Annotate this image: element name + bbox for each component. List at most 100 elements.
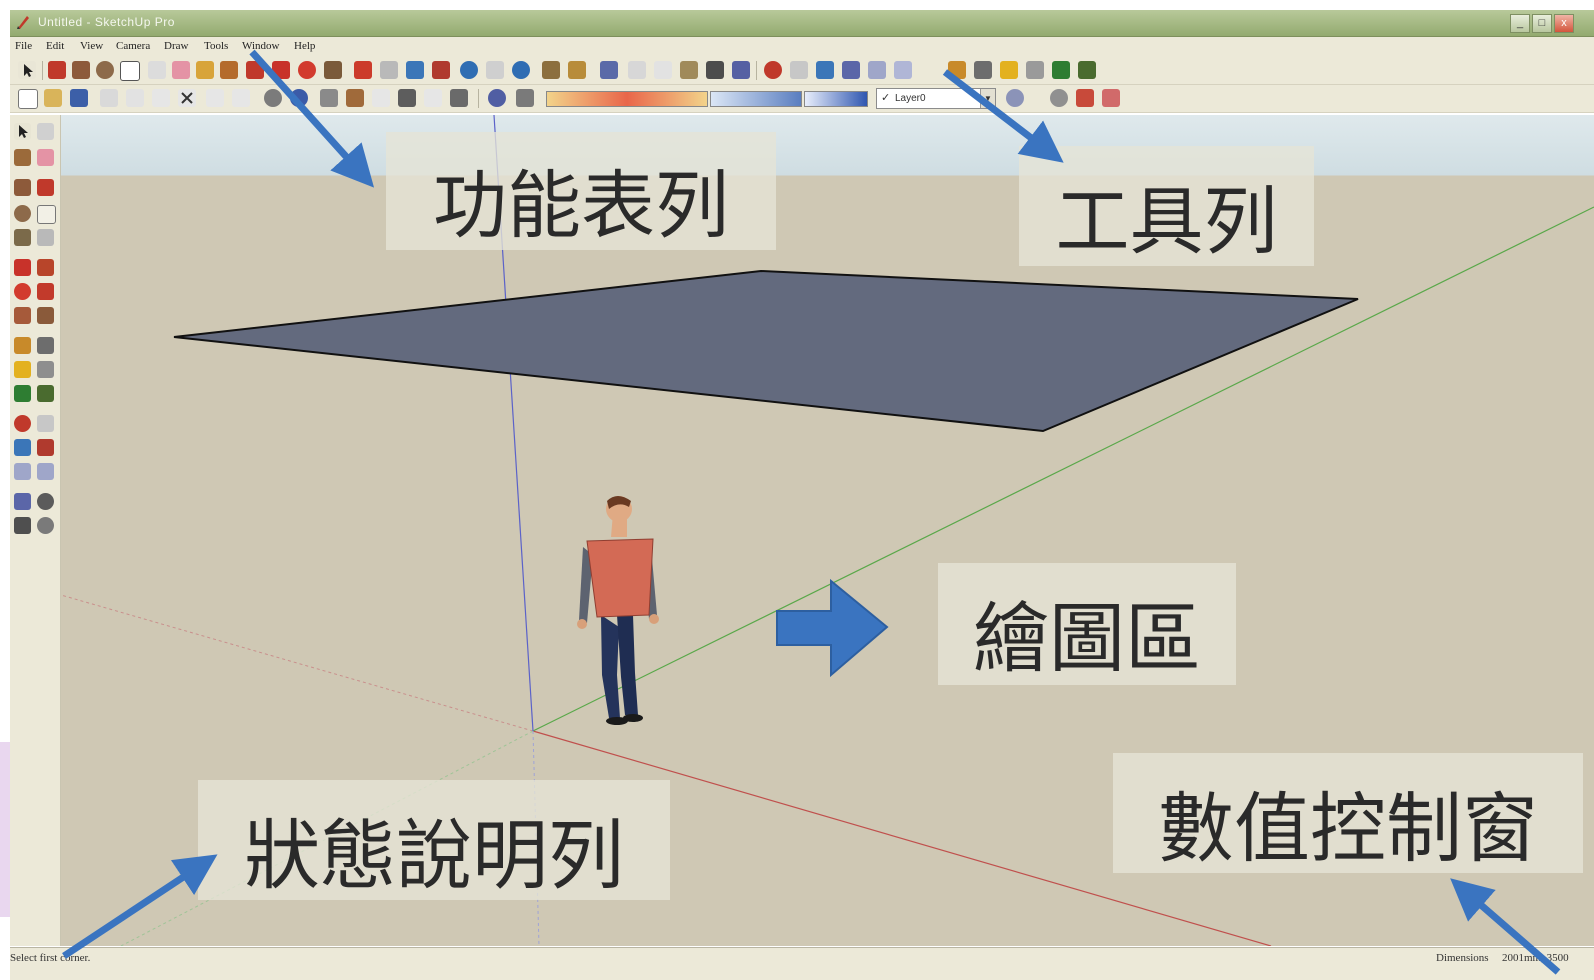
left-view-icon[interactable]: [732, 61, 750, 79]
menu-window[interactable]: Window: [242, 40, 279, 52]
minimize-button[interactable]: _: [1510, 14, 1530, 33]
tape-measure-icon[interactable]: [196, 61, 214, 79]
offset-tool-icon[interactable]: [380, 61, 398, 79]
text-icon[interactable]: [37, 361, 54, 378]
wireframe-icon[interactable]: [346, 89, 364, 107]
previous-icon[interactable]: [14, 463, 31, 480]
right-view-icon[interactable]: [680, 61, 698, 79]
select-icon[interactable]: [14, 123, 31, 140]
3d-text-left-icon[interactable]: [37, 385, 54, 402]
next-view-icon[interactable]: [486, 61, 504, 79]
front-view-icon[interactable]: [654, 61, 672, 79]
axes-tool-icon[interactable]: [1026, 61, 1044, 79]
scale-icon[interactable]: [14, 307, 31, 324]
vcb-input[interactable]: 2001mm, 3500: [1502, 952, 1569, 964]
next-icon[interactable]: [37, 463, 54, 480]
layer-dropdown[interactable]: ✓ Layer0 ▼: [876, 88, 996, 109]
move-tool-icon[interactable]: [272, 61, 290, 79]
polygon-icon[interactable]: [14, 229, 31, 246]
offset-icon[interactable]: [37, 307, 54, 324]
new-file-icon[interactable]: [18, 89, 38, 109]
look-around-icon[interactable]: [894, 61, 912, 79]
layer-manager-icon[interactable]: [1006, 89, 1024, 107]
make-component-icon[interactable]: [37, 123, 54, 140]
share-model-icon[interactable]: [568, 61, 586, 79]
menu-help[interactable]: Help: [294, 40, 315, 52]
photo-match-icon[interactable]: [1076, 89, 1094, 107]
pan-tool-icon[interactable]: [790, 61, 808, 79]
menu-draw[interactable]: Draw: [164, 40, 188, 52]
x-ray-icon[interactable]: [320, 89, 338, 107]
walk-tool-icon[interactable]: [868, 61, 886, 79]
back-view-icon[interactable]: [706, 61, 724, 79]
shadow-month-slider[interactable]: [546, 91, 708, 107]
position-camera-icon[interactable]: [842, 61, 860, 79]
save-file-icon[interactable]: [70, 89, 88, 107]
circle-tool-icon[interactable]: [96, 61, 114, 79]
shaded-textures-icon[interactable]: [424, 89, 442, 107]
zoom-extents-left-icon[interactable]: [37, 439, 54, 456]
polygon-tool-icon[interactable]: [148, 61, 166, 79]
line-tool-icon[interactable]: [48, 61, 66, 79]
get-models-icon[interactable]: [512, 61, 530, 79]
menu-camera[interactable]: Camera: [116, 40, 150, 52]
model-info-icon[interactable]: [290, 89, 308, 107]
follow-me-left-icon[interactable]: [37, 283, 54, 300]
shadows-icon[interactable]: [488, 89, 506, 107]
eraser-icon[interactable]: [37, 149, 54, 166]
section-plane-icon[interactable]: [1078, 61, 1096, 79]
look-around-left-icon[interactable]: [37, 493, 54, 510]
circle-icon[interactable]: [14, 205, 31, 222]
position-camera-left-icon[interactable]: [14, 493, 31, 510]
rectangle-tool-icon[interactable]: [72, 61, 90, 79]
zoom-icon[interactable]: [14, 439, 31, 456]
orbit-icon[interactable]: [14, 415, 31, 432]
3d-text-icon[interactable]: [1052, 61, 1070, 79]
arc-tool-icon[interactable]: [120, 61, 140, 81]
warehouse-icon[interactable]: [1102, 89, 1120, 107]
cut-icon[interactable]: [100, 89, 118, 107]
text-tool-icon[interactable]: [1000, 61, 1018, 79]
paint-bucket-icon[interactable]: [220, 61, 238, 79]
undo-icon[interactable]: [206, 89, 224, 107]
menu-edit[interactable]: Edit: [46, 40, 64, 52]
close-button[interactable]: x: [1554, 14, 1574, 33]
dimension-icon[interactable]: [37, 337, 54, 354]
menu-tools[interactable]: Tools: [204, 40, 228, 52]
dimension-tool-icon[interactable]: [948, 61, 966, 79]
zoom-extents-icon[interactable]: [432, 61, 450, 79]
zoom-tool-icon[interactable]: [406, 61, 424, 79]
copy-icon[interactable]: [126, 89, 144, 107]
redo-icon[interactable]: [232, 89, 250, 107]
arc-icon[interactable]: [37, 205, 56, 224]
follow-me-icon[interactable]: [324, 61, 342, 79]
push-pull-left-icon[interactable]: [37, 259, 54, 276]
protractor-icon[interactable]: [14, 361, 31, 378]
protractor-tool-icon[interactable]: [974, 61, 992, 79]
menu-view[interactable]: View: [80, 40, 103, 52]
maximize-button[interactable]: □: [1532, 14, 1552, 33]
print-icon[interactable]: [264, 89, 282, 107]
fog-icon[interactable]: [516, 89, 534, 107]
tape-icon[interactable]: [14, 337, 31, 354]
shadow-time-slider-2[interactable]: [804, 91, 868, 107]
shaded-icon[interactable]: [398, 89, 416, 107]
push-pull-icon[interactable]: [246, 61, 264, 79]
paint-icon[interactable]: [14, 149, 31, 166]
open-file-icon[interactable]: [44, 89, 62, 107]
zoom-window-icon[interactable]: [816, 61, 834, 79]
sandbox-icon[interactable]: [1050, 89, 1068, 107]
line-icon[interactable]: [37, 179, 54, 196]
delete-icon[interactable]: [178, 89, 196, 107]
shadow-time-slider[interactable]: [710, 91, 802, 107]
paste-icon[interactable]: [152, 89, 170, 107]
rectangle-icon[interactable]: [14, 179, 31, 196]
iso-view-icon[interactable]: [600, 61, 618, 79]
eraser-tool-icon[interactable]: [172, 61, 190, 79]
walk-icon[interactable]: [14, 517, 31, 534]
rotate-icon[interactable]: [14, 283, 31, 300]
freehand-icon[interactable]: [37, 229, 54, 246]
scale-tool-icon[interactable]: [354, 61, 372, 79]
hidden-line-icon[interactable]: [372, 89, 390, 107]
select-tool-icon[interactable]: [18, 61, 36, 79]
